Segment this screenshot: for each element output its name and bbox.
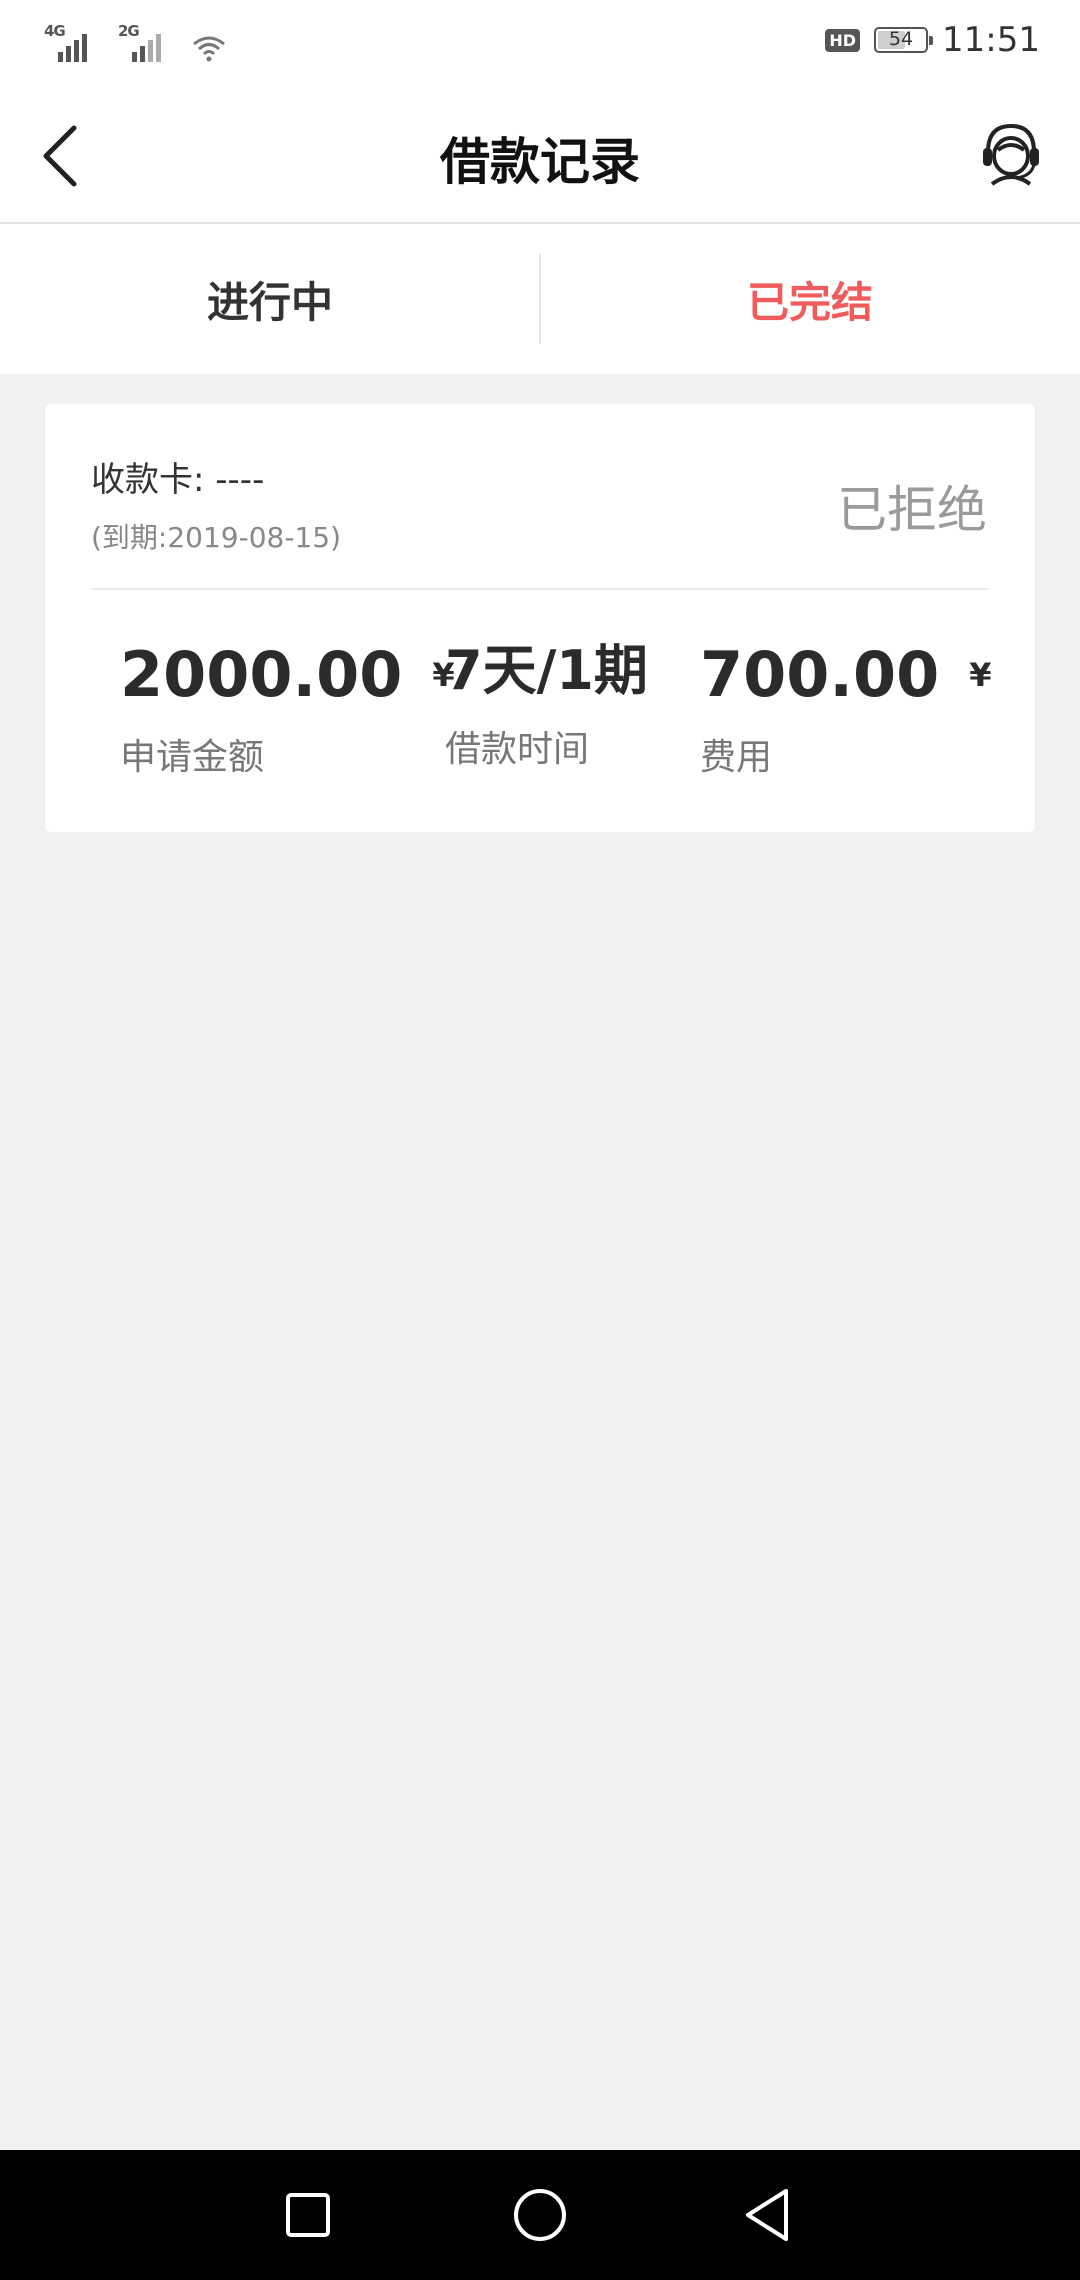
fee-stat: 700.00 ¥ 费用 [700,644,992,780]
nav-back-button[interactable] [728,2180,808,2250]
status-text: 已拒绝 [837,481,987,539]
signal-icon-2: 2G [118,22,176,62]
term-stat: 7天/1期 借款时间 [445,644,648,772]
customer-service-icon [983,123,1039,186]
amount-value: 2000.00 [120,638,403,711]
tab-in-progress[interactable]: 进行中 [0,224,540,374]
clock: 11:51 [942,20,1040,60]
tab-completed[interactable]: 已完结 [540,224,1080,374]
home-button[interactable] [500,2180,580,2250]
circle-icon [514,2189,566,2241]
due-date: (到期:2019-08-15) [91,521,342,554]
fee-currency: ¥ [969,656,992,694]
recent-apps-button[interactable] [268,2180,348,2250]
status-right: HD 54 11:51 [825,20,1040,60]
term-value: 7天/1期 [445,639,648,702]
tab-bar: 进行中 已完结 [0,224,1080,374]
customer-service-button[interactable] [978,120,1044,190]
amount-stat: 2000.00 ¥ 申请金额 [120,644,455,780]
battery-level: 54 [888,28,914,50]
loan-record-card[interactable]: 收款卡: ---- (到期:2019-08-15) 已拒绝 2000.00 ¥ … [45,404,1035,832]
battery-icon: 54 [874,27,934,53]
fee-label: 费用 [700,737,773,778]
system-nav-bar [0,2150,1080,2280]
square-icon [286,2193,330,2237]
wifi-icon [193,36,225,62]
hd-badge: HD [825,28,861,52]
status-bar: 4G 2G HD 54 11:51 [0,0,1080,90]
signal-icon: 4G [44,22,102,62]
header: 借款记录 [0,90,1080,224]
status-left: 4G 2G [44,22,226,62]
amount-label: 申请金额 [120,737,265,778]
triangle-back-icon [746,2189,788,2241]
fee-value: 700.00 [700,638,940,711]
card-divider [91,588,989,590]
receiving-card-label: 收款卡: ---- [91,460,265,500]
term-label: 借款时间 [445,729,590,770]
page-title: 借款记录 [440,133,640,191]
